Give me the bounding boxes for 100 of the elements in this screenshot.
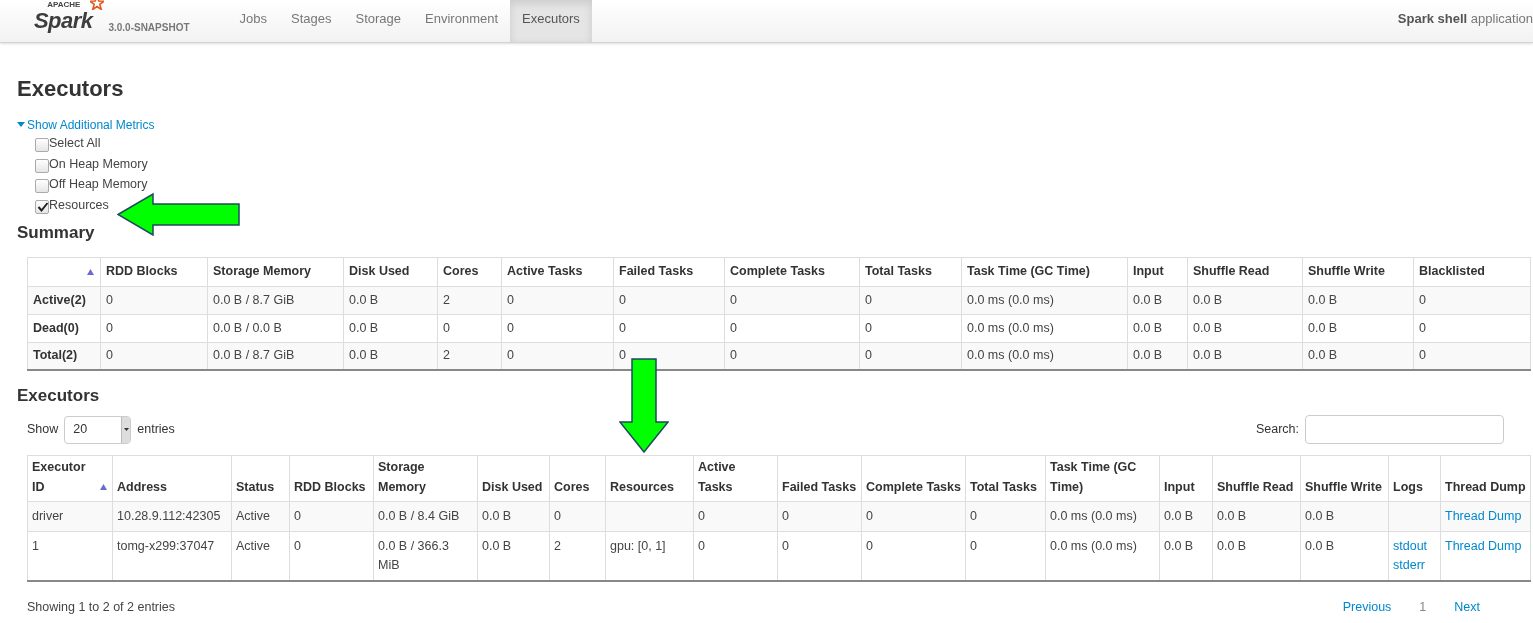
table-cell: 0.0 B <box>1133 348 1163 363</box>
table-cell: 0 <box>970 539 977 553</box>
table-cell: 1 <box>32 539 39 553</box>
table-cell: 0 <box>619 292 626 307</box>
page-title: Executors <box>17 75 125 103</box>
table-info: Showing 1 to 2 of 2 entries <box>27 599 175 616</box>
table-cell: 0 <box>507 348 514 363</box>
checkbox-option[interactable]: On Heap Memory <box>35 154 148 175</box>
pagination-button[interactable]: Previous <box>1342 598 1392 617</box>
table-link[interactable]: stderr <box>1393 556 1425 575</box>
table-cell: 0.0 B <box>482 539 512 553</box>
table-link[interactable]: stdout <box>1393 537 1428 556</box>
table-cell: 0 <box>1419 348 1426 363</box>
table-cell: 0.0 B / 0.0 B <box>213 320 282 335</box>
caret-icon <box>17 122 25 127</box>
table-cell: 0 <box>106 320 113 335</box>
table-cell: 0 <box>866 509 873 523</box>
table-cell: 0.0 ms (0.0 ms) <box>1050 509 1137 523</box>
table-cell: 2 <box>443 348 450 363</box>
table-cell: 2 <box>554 539 561 553</box>
table-cell: 0 <box>507 320 514 335</box>
table-cell: 0 <box>782 509 789 523</box>
nav-tab[interactable]: Environment <box>413 0 511 42</box>
table-cell: 0.0 B <box>1217 509 1247 523</box>
table-cell: 0.0 B <box>1308 292 1338 307</box>
table-cell: 0.0 B / 8.7 GiB <box>213 348 295 363</box>
row-header: Total(2) <box>33 348 78 363</box>
table-cell: 0 <box>865 348 872 363</box>
nav-tab[interactable]: Storage <box>343 0 414 42</box>
table-cell: 0 <box>294 509 301 523</box>
table-cell: 0.0 B <box>1308 348 1338 363</box>
table-cell: 0 <box>619 320 626 335</box>
pagination-button[interactable]: Next <box>1454 598 1480 617</box>
table-cell: 0 <box>698 509 705 523</box>
table-cell: tomg-x299:37047 <box>117 539 215 553</box>
table-cell: 0.0 B <box>1133 320 1163 335</box>
table-cell: 0.0 B <box>1305 539 1335 553</box>
table-cell: Active <box>236 539 271 553</box>
table-cell: 0.0 B <box>1308 320 1338 335</box>
show-metrics-link[interactable]: Show Additional Metrics <box>17 115 155 134</box>
table-cell: 0 <box>865 320 872 335</box>
row-header: Dead(0) <box>33 320 79 335</box>
logo-text[interactable]: Spark <box>34 9 95 33</box>
table-cell: 0.0 B <box>349 292 379 307</box>
show-label: Show <box>27 421 59 439</box>
table-cell: 0.0 ms (0.0 ms) <box>1050 539 1137 553</box>
table-cell: 0.0 B <box>1133 292 1163 307</box>
table-cell: 0.0 B / 366.3 MiB <box>378 539 449 572</box>
table-cell: 0.0 B <box>1193 320 1223 335</box>
down-arrow-icon <box>619 358 669 453</box>
nav-tab[interactable]: Stages <box>279 0 344 42</box>
table-cell: 10.28.9.112:42305 <box>117 509 221 523</box>
table-cell: 0.0 B <box>1193 348 1223 363</box>
checkmark-icon <box>37 200 49 213</box>
table-cell: 2 <box>443 292 450 307</box>
caret-icon[interactable] <box>123 428 129 431</box>
table-cell: 0.0 ms (0.0 ms) <box>967 320 1054 335</box>
table-cell: 0 <box>730 320 737 335</box>
table-cell: driver <box>32 509 64 523</box>
table-cell: 0 <box>1419 292 1426 307</box>
sort-ascending-icon[interactable] <box>100 484 107 490</box>
table-cell: 0.0 B <box>1305 509 1335 523</box>
checkbox-option[interactable]: Resources <box>35 195 109 216</box>
checkbox-option[interactable]: Select All <box>35 133 101 154</box>
logo-text[interactable]: APACHE <box>47 0 81 9</box>
table-cell: 0.0 B <box>1164 539 1194 553</box>
checkbox-option[interactable]: Off Heap Memory <box>35 174 148 195</box>
table-cell: 0.0 B <box>482 509 512 523</box>
pagination-button[interactable]: 1 <box>1419 598 1427 617</box>
star-icon[interactable] <box>90 0 105 10</box>
table-cell: 0 <box>730 292 737 307</box>
search-field[interactable] <box>1305 415 1504 444</box>
table-cell: 0 <box>443 320 450 335</box>
nav-tab[interactable]: Jobs <box>227 0 279 42</box>
entries-label: entries <box>137 421 175 439</box>
table-cell: 0.0 B / 8.4 GiB <box>378 509 460 523</box>
table-cell: 0 <box>619 348 626 363</box>
nav-tab[interactable]: Executors <box>510 0 592 42</box>
left-arrow-icon <box>117 193 241 236</box>
table-cell: 0 <box>866 539 873 553</box>
table-cell: 0.0 B <box>349 348 379 363</box>
column-header[interactable]: Address <box>117 477 168 497</box>
sort-ascending-icon[interactable] <box>87 268 94 275</box>
table-cell: 0.0 B / 8.7 GiB <box>213 292 295 307</box>
section-title: Summary <box>17 221 96 244</box>
table-cell: Active <box>236 509 271 523</box>
table-cell: 0 <box>1419 320 1426 335</box>
app-title: Spark shell application <box>1397 10 1533 29</box>
table-cell: 0 <box>294 539 301 553</box>
table-cell: 0.0 ms (0.0 ms) <box>967 292 1054 307</box>
table-cell: 0.0 B <box>1217 539 1247 553</box>
table-cell: 0 <box>106 348 113 363</box>
search-label: Search: <box>1255 421 1299 439</box>
table-cell: gpu: [0, 1] <box>610 539 666 553</box>
section-title: Executors <box>17 385 101 407</box>
page-size-dropdown[interactable]: 20 <box>64 415 132 444</box>
row-header: Active(2) <box>33 292 86 307</box>
table-cell: 0.0 B <box>1164 509 1194 523</box>
table-cell: 0 <box>865 292 872 307</box>
table-cell: 0 <box>970 509 977 523</box>
